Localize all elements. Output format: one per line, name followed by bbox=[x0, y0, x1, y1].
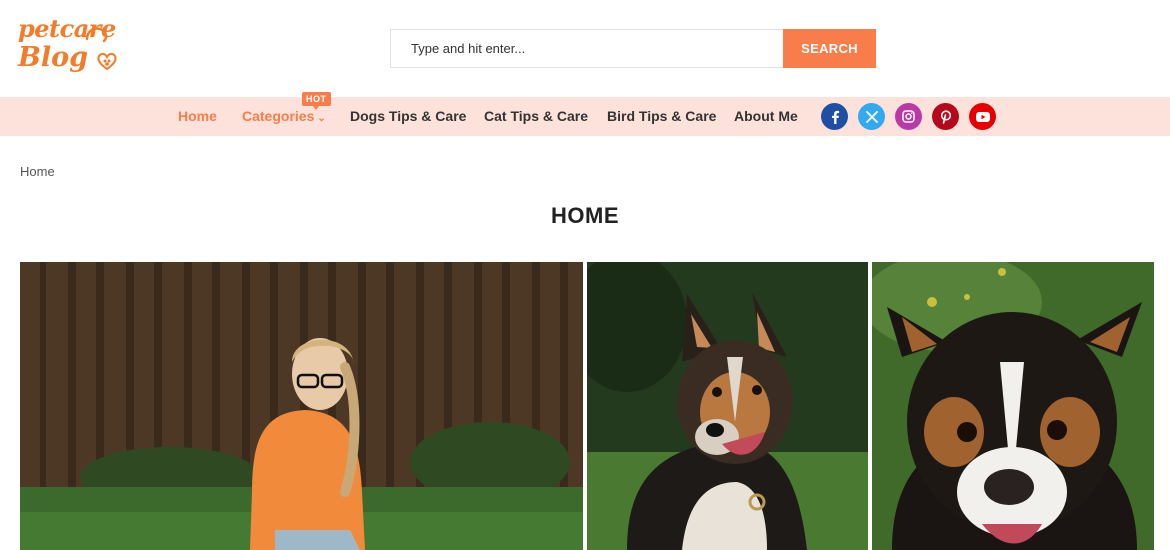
nav-item-categories[interactable]: Categories ⌄ bbox=[242, 108, 326, 124]
search-button[interactable]: SEARCH bbox=[783, 29, 876, 68]
pinterest-icon[interactable] bbox=[932, 103, 959, 130]
paw-icon bbox=[85, 27, 108, 43]
site-header: petcare Blog SEARCH bbox=[0, 0, 1170, 97]
featured-image-woman-grass[interactable] bbox=[20, 262, 583, 550]
instagram-icon[interactable] bbox=[895, 103, 922, 130]
nav-item-dogs[interactable]: Dogs Tips & Care bbox=[350, 108, 466, 124]
heart-paw-icon bbox=[97, 52, 117, 71]
facebook-icon[interactable] bbox=[821, 103, 848, 130]
main-nav: Home Categories ⌄ HOT Dogs Tips & Care Ca… bbox=[0, 92, 1170, 136]
site-logo[interactable]: petcare Blog bbox=[18, 17, 117, 79]
featured-image-dog-1[interactable] bbox=[587, 262, 868, 550]
nav-item-cats[interactable]: Cat Tips & Care bbox=[484, 108, 588, 124]
search-form: SEARCH bbox=[390, 29, 876, 68]
nav-item-home[interactable]: Home bbox=[178, 108, 217, 124]
logo-line-2: Blog bbox=[18, 42, 88, 73]
featured-image-dog-2[interactable] bbox=[872, 262, 1154, 550]
breadcrumb[interactable]: Home bbox=[20, 164, 55, 179]
nav-item-categories-label: Categories bbox=[242, 108, 315, 124]
x-twitter-icon[interactable] bbox=[858, 103, 885, 130]
chevron-down-icon: ⌄ bbox=[317, 113, 326, 124]
nav-item-birds[interactable]: Bird Tips & Care bbox=[607, 108, 716, 124]
youtube-icon[interactable] bbox=[969, 103, 996, 130]
hot-badge: HOT bbox=[302, 92, 331, 110]
nav-item-about[interactable]: About Me bbox=[734, 108, 798, 124]
page-title: HOME bbox=[551, 203, 619, 228]
search-input[interactable] bbox=[390, 29, 783, 68]
